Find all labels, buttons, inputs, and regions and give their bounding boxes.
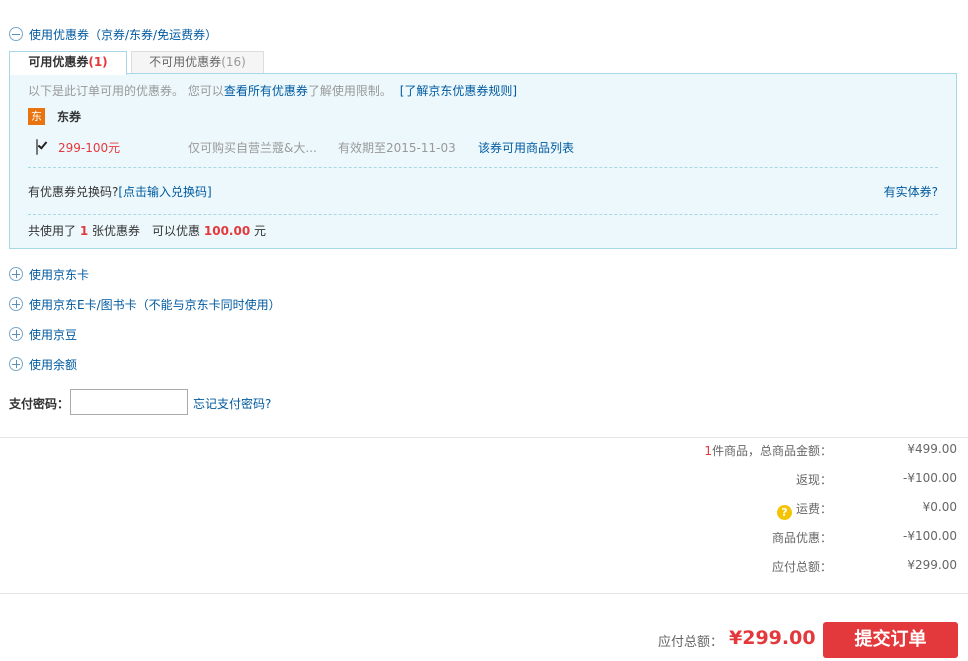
collapse-minus-icon [9, 27, 23, 41]
intro-prefix: 以下是此订单可用的优惠券。 您可以 [28, 84, 224, 98]
summary-amount: 100.00 [203, 224, 251, 238]
forgot-password-link[interactable]: 忘记支付密码? [193, 395, 271, 412]
coupon-summary: 共使用了 1 张优惠券 可以优惠 100.00 元 [28, 222, 266, 239]
tab-unavailable-count: (16) [221, 55, 246, 69]
tab-available-coupons[interactable]: 可用优惠券(1) [9, 51, 127, 75]
tab-available-label: 可用优惠券 [28, 55, 89, 69]
coupon-products-link[interactable]: 该券可用商品列表 [478, 139, 574, 156]
option-label: 使用余额 [29, 357, 78, 372]
view-all-coupons-link[interactable]: 查看所有优惠券 [224, 84, 308, 98]
option-e-card[interactable]: 使用京东E卡/图书卡（不能与京东卡同时使用） [9, 296, 281, 312]
summary-prefix: 共使用了 [28, 224, 77, 238]
coupon-intro: 以下是此订单可用的优惠券。 您可以查看所有优惠券了解使用限制。 [了解京东优惠券… [28, 82, 517, 99]
physical-coupon-link[interactable]: 有实体券? [884, 183, 938, 200]
option-label: 使用京东E卡/图书卡（不能与京东卡同时使用） [29, 297, 281, 312]
expand-plus-icon [9, 327, 23, 341]
item-count: 1 [704, 444, 712, 458]
coupon-row: 299-100元 仅可购买自营兰蔻&大... 有效期至2015-11-03 该券… [36, 139, 936, 155]
dong-badge-icon: 东 [28, 108, 45, 125]
summary-mid: 张优惠券 可以优惠 [92, 224, 201, 238]
divider [28, 214, 938, 215]
shipping-value: ¥0.00 [922, 500, 957, 514]
tab-available-count: (1) [88, 55, 108, 69]
coupon-scope: 仅可购买自营兰蔻&大... [188, 141, 317, 155]
option-label: 使用京豆 [29, 327, 78, 342]
item-label: 件商品，总商品金额： [711, 444, 832, 458]
divider [0, 437, 968, 438]
option-label: 使用京东卡 [29, 267, 90, 282]
redeem-row: 有优惠券兑换码?[点击输入兑换码] [28, 183, 212, 200]
rebate-label: 返现： [795, 473, 832, 487]
tab-unavailable-coupons[interactable]: 不可用优惠券(16) [131, 51, 264, 74]
payment-password-input[interactable] [70, 389, 188, 415]
divider [28, 167, 938, 168]
expand-plus-icon [9, 297, 23, 311]
footer-total-label: 应付总额： [658, 635, 724, 650]
question-icon[interactable]: ? [776, 505, 792, 520]
summary-unit: 元 [254, 224, 267, 238]
summary-count: 1 [79, 224, 89, 238]
option-balance[interactable]: 使用余额 [9, 356, 77, 372]
item-total-label: 1件商品，总商品金额： [704, 442, 832, 459]
expand-plus-icon [9, 357, 23, 371]
coupon-panel: 以下是此订单可用的优惠券。 您可以查看所有优惠券了解使用限制。 [了解京东优惠券… [9, 73, 957, 249]
due-label: 应付总额： [771, 560, 832, 574]
intro-suffix: 了解使用限制。 [307, 84, 392, 98]
redeem-code-link[interactable]: [点击输入兑换码] [118, 185, 211, 199]
item-total-value: ¥499.00 [907, 442, 957, 456]
expand-plus-icon [9, 267, 23, 281]
option-jd-beans[interactable]: 使用京豆 [9, 326, 77, 342]
footer-total-value: ¥299.00 [729, 627, 816, 649]
submit-order-button[interactable]: 提交订单 [823, 622, 958, 658]
divider [0, 593, 968, 594]
option-jd-card[interactable]: 使用京东卡 [9, 266, 89, 282]
shipping-label: 运费： [795, 502, 832, 516]
rebate-value: -¥100.00 [903, 471, 957, 485]
discount-value: -¥100.00 [903, 529, 957, 543]
coupon-checkbox[interactable] [36, 139, 38, 155]
tab-unavailable-label: 不可用优惠券 [149, 55, 222, 69]
due-value: ¥299.00 [907, 558, 957, 572]
coupon-group-header: 东 东券 [28, 108, 81, 125]
coupon-rules-link[interactable]: [了解京东优惠券规则] [400, 84, 517, 98]
redeem-label: 有优惠券兑换码? [28, 185, 119, 199]
payment-password-label: 支付密码： [9, 397, 70, 411]
coupon-amount: 299-100元 [58, 141, 121, 155]
shipping-label-row: ? 运费： [776, 500, 832, 520]
coupon-group-title: 东券 [57, 110, 82, 124]
coupon-section-label: 使用优惠券（京券/东券/免运费券） [29, 27, 218, 42]
coupon-validity: 有效期至2015-11-03 [338, 141, 456, 155]
discount-label: 商品优惠： [771, 531, 832, 545]
coupon-section-toggle[interactable]: 使用优惠券（京券/东券/免运费券） [9, 26, 217, 42]
